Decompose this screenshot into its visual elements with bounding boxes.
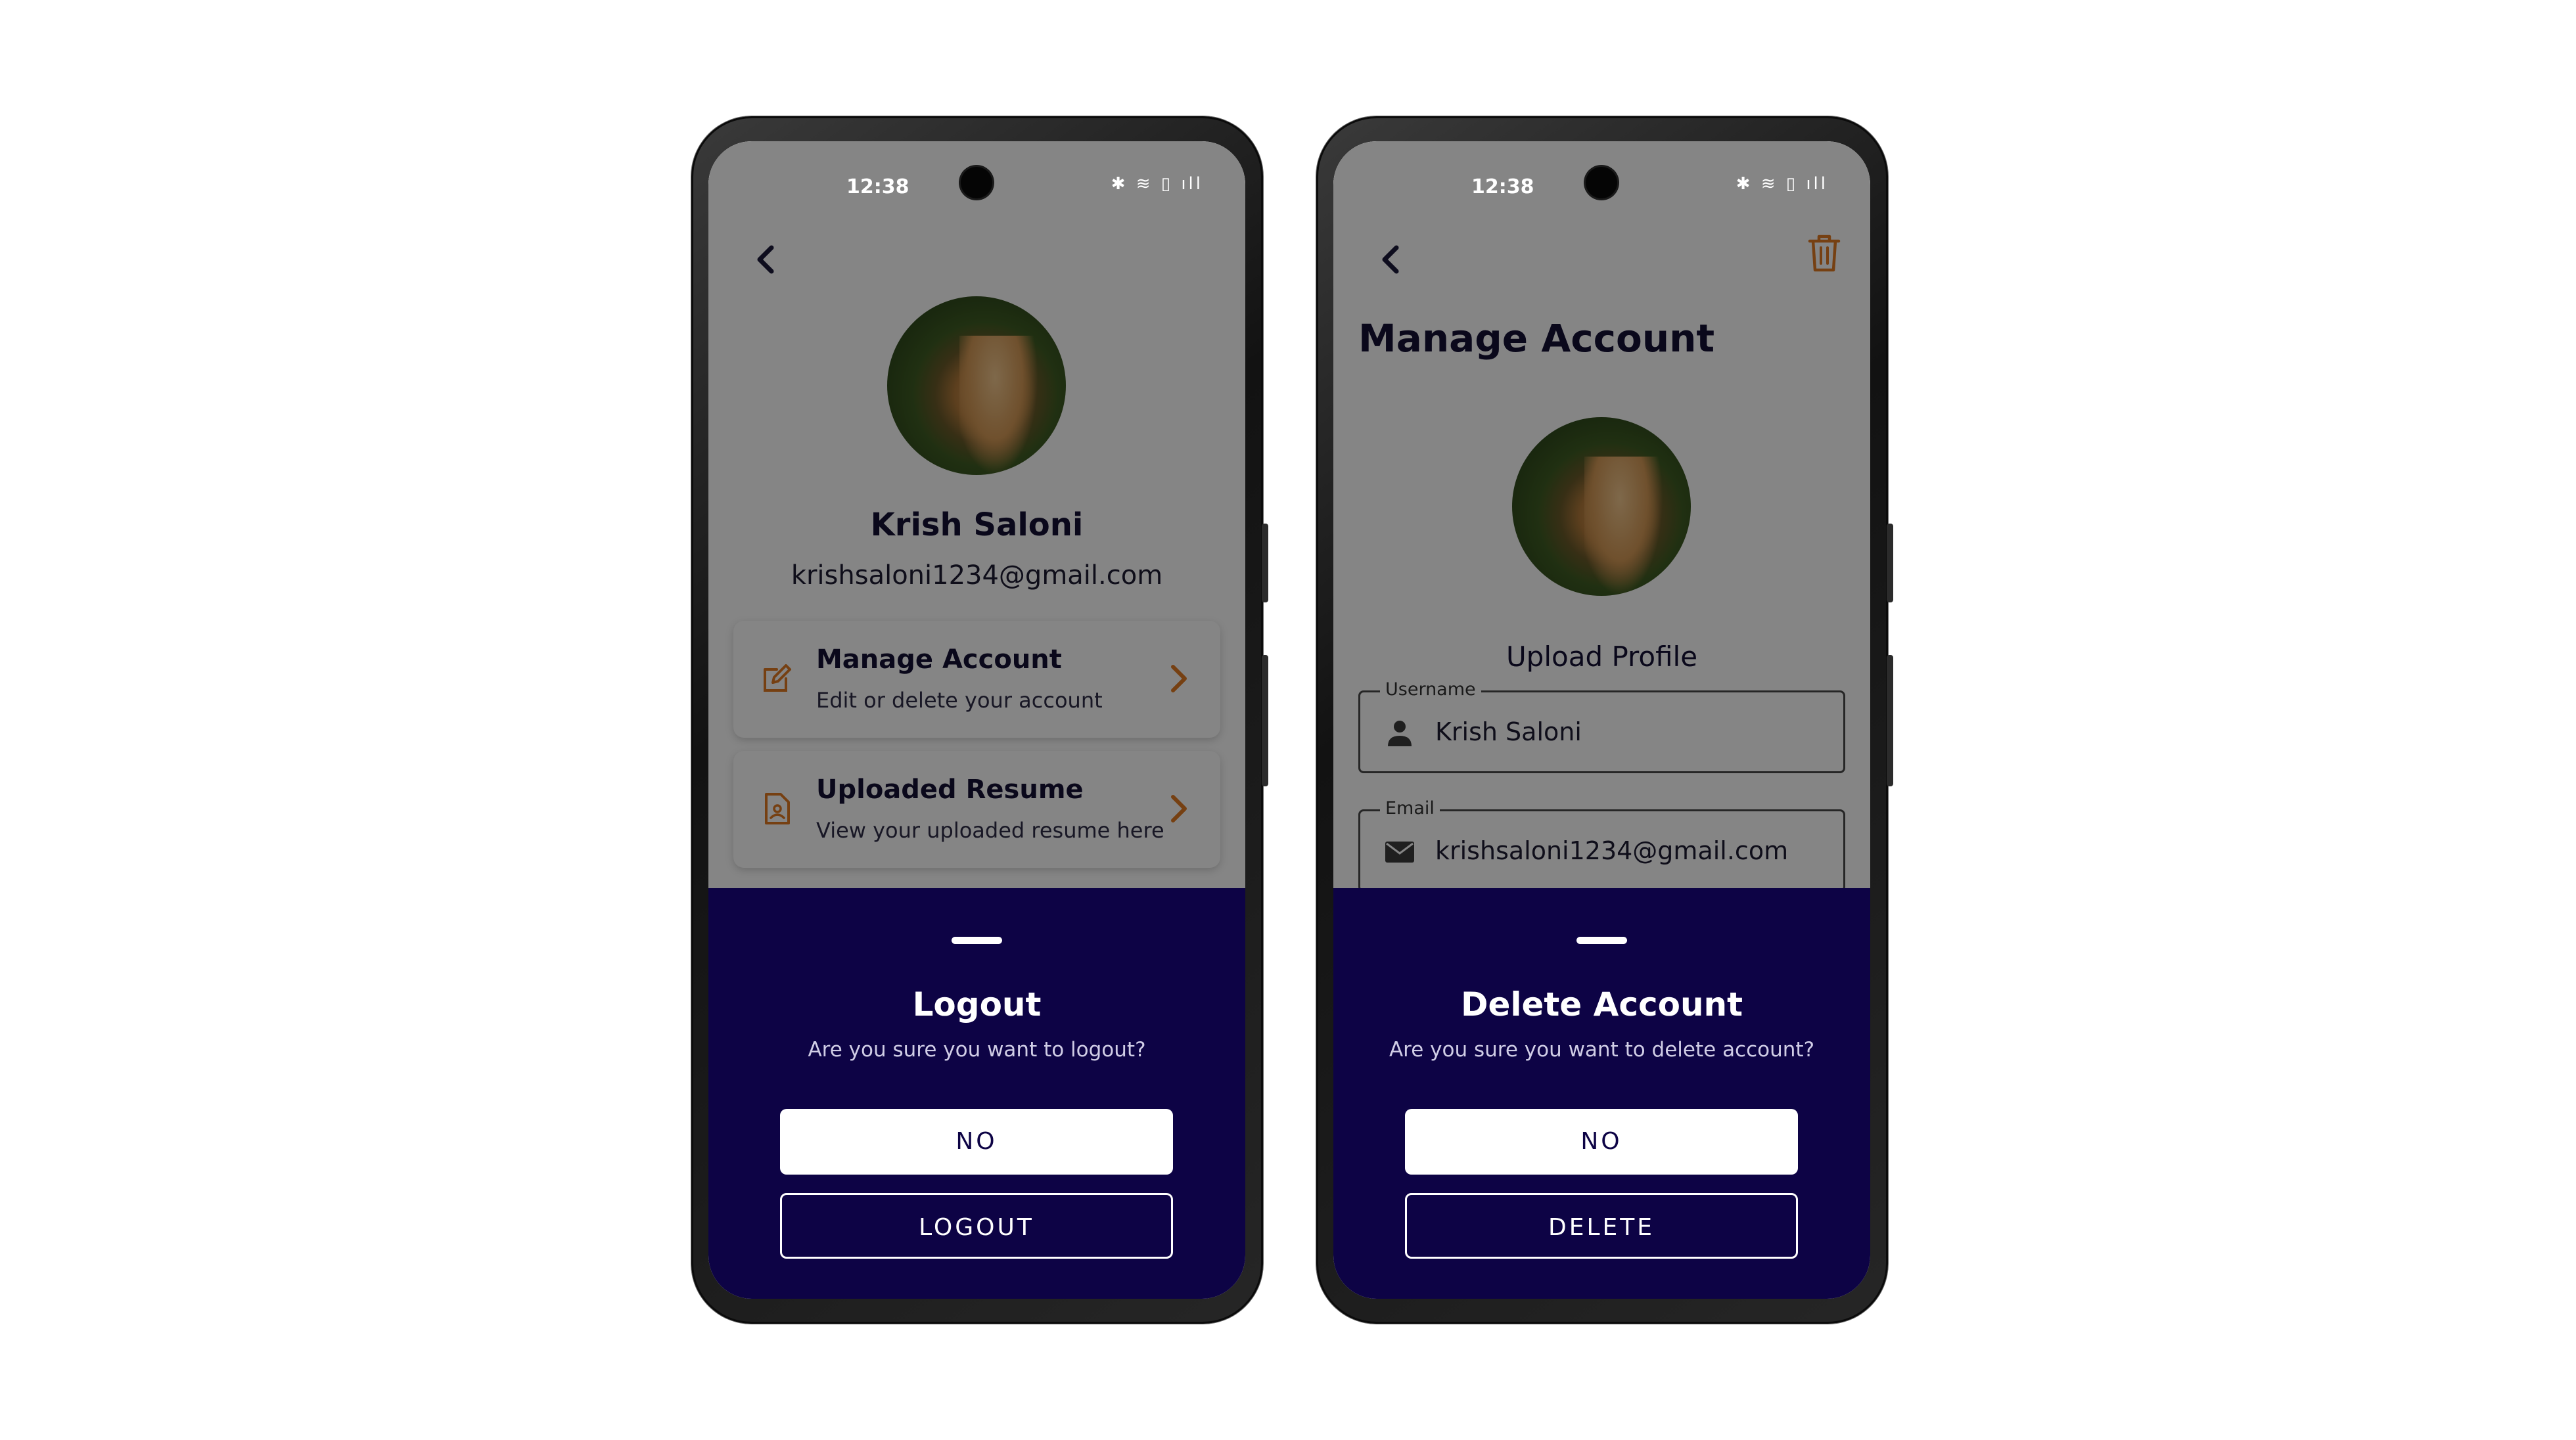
sheet-message: Are you sure you want to logout?	[808, 1038, 1146, 1062]
avatar-dog-image	[1584, 457, 1663, 596]
no-button[interactable]: NO	[1405, 1109, 1798, 1175]
menu-item-manage-account[interactable]: Manage Account Edit or delete your accou…	[733, 621, 1220, 738]
phone-side-button	[1887, 524, 1893, 602]
camera-cutout	[961, 167, 992, 198]
sheet-message: Are you sure you want to delete account?	[1389, 1038, 1815, 1062]
sheet-drag-handle[interactable]	[952, 937, 1002, 944]
menu-item-subtitle: View your uploaded resume here	[816, 818, 1164, 843]
email-field[interactable]: Email krishsaloni1234@gmail.com	[1358, 798, 1845, 892]
logout-bottom-sheet: Logout Are you sure you want to logout? …	[708, 888, 1245, 1299]
back-button[interactable]	[747, 240, 786, 279]
resume-icon	[765, 793, 790, 824]
email-value: krishsaloni1234@gmail.com	[1435, 836, 1789, 865]
phone-delete-account: Manage Account Upload Profile Username K…	[1316, 116, 1893, 1324]
sheet-title: Delete Account	[1460, 985, 1743, 1024]
screen-logout: Krish Saloni krishsaloni1234@gmail.com M…	[708, 141, 1245, 1299]
status-icons: ✱ ≋ ▯ ıll	[1736, 174, 1828, 194]
edit-icon	[764, 664, 791, 692]
trash-icon[interactable]	[1806, 232, 1843, 274]
avatar-dog-image	[959, 336, 1038, 475]
status-icons: ✱ ≋ ▯ ıll	[1111, 174, 1203, 194]
page-title: Manage Account	[1358, 316, 1715, 361]
upload-profile-link[interactable]: Upload Profile	[1333, 641, 1870, 673]
chevron-left-icon	[757, 245, 774, 274]
logout-button[interactable]: LOGOUT	[780, 1193, 1173, 1259]
phone-logout: Krish Saloni krishsaloni1234@gmail.com M…	[691, 116, 1268, 1324]
status-time: 12:38	[1471, 175, 1534, 198]
screen-delete-account: Manage Account Upload Profile Username K…	[1333, 141, 1870, 1299]
menu-item-title: Manage Account	[816, 644, 1062, 675]
chevron-right-icon	[1171, 795, 1187, 822]
avatar	[887, 296, 1066, 475]
person-icon	[1388, 721, 1412, 746]
chevron-right-icon	[1171, 665, 1187, 692]
username-label: Username	[1380, 679, 1481, 700]
menu-item-title: Uploaded Resume	[816, 775, 1084, 805]
username-value: Krish Saloni	[1435, 717, 1582, 746]
manage-account-page: Manage Account Upload Profile Username K…	[1333, 141, 1870, 892]
delete-account-bottom-sheet: Delete Account Are you sure you want to …	[1333, 888, 1870, 1299]
status-time: 12:38	[846, 175, 909, 198]
mail-icon	[1385, 842, 1414, 863]
menu-item-subtitle: Edit or delete your account	[816, 688, 1103, 713]
sheet-title: Logout	[912, 985, 1042, 1024]
phone-side-button	[1262, 524, 1268, 602]
email-label: Email	[1380, 798, 1440, 819]
camera-cutout	[1586, 167, 1617, 198]
phone-side-button	[1887, 655, 1893, 786]
username-field[interactable]: Username Krish Saloni	[1358, 679, 1845, 773]
sheet-drag-handle[interactable]	[1576, 937, 1627, 944]
phone-side-button	[1262, 655, 1268, 786]
menu-item-uploaded-resume[interactable]: Uploaded Resume View your uploaded resum…	[733, 751, 1220, 868]
profile-name: Krish Saloni	[870, 506, 1084, 543]
delete-button[interactable]: DELETE	[1405, 1193, 1798, 1259]
back-button[interactable]	[1371, 240, 1411, 279]
profile-email: krishsaloni1234@gmail.com	[791, 560, 1163, 591]
chevron-left-icon	[1382, 245, 1399, 274]
profile-page: Krish Saloni krishsaloni1234@gmail.com M…	[708, 141, 1245, 888]
avatar[interactable]	[1512, 417, 1691, 596]
no-button[interactable]: NO	[780, 1109, 1173, 1175]
